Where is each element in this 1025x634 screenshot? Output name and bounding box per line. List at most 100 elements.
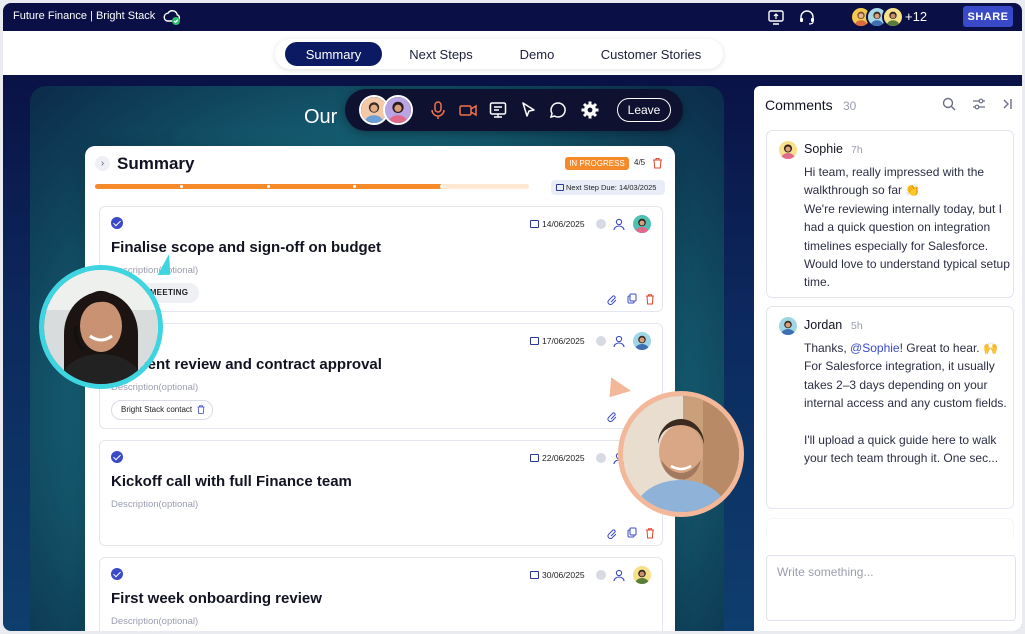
task-card[interactable]: First week onboarding review Description… [99,557,663,631]
window-title: Future Finance | Bright Stack [13,10,156,22]
status-badge: IN PROGRESS [565,157,629,170]
next-step-due-badge: Next Step Due: 14/03/2025 [551,180,665,195]
present-screen-icon[interactable] [488,100,508,120]
filter-sliders-icon[interactable] [971,96,987,112]
check-circle-icon[interactable] [111,568,123,580]
tab-demo[interactable]: Demo [501,42,573,66]
microphone-icon[interactable] [428,100,448,120]
collaborator-cursor-icon [157,254,171,276]
camera-icon[interactable] [458,100,478,120]
progress-bar [95,184,529,189]
assignee-avatar[interactable] [633,215,651,233]
tab-bar: Summary Next Steps Demo Customer Stories [3,31,1022,75]
screen-share-icon[interactable] [767,8,785,26]
task-tag[interactable]: Bright Stack contact [111,400,214,420]
next-step-due-text: Next Step Due: 14/03/2025 [566,183,657,192]
clear-date-icon[interactable] [596,570,606,580]
comment-card[interactable]: Sophie 7h Hi team, really impressed with… [766,130,1014,298]
summary-panel: › Summary IN PROGRESS 4/5 Next Step Due:… [85,146,675,631]
tab-summary[interactable]: Summary [285,42,382,66]
call-avatar[interactable] [383,95,413,125]
check-circle-icon[interactable] [111,217,123,229]
comment-body: Thanks, @Sophie! Great to hear. 🙌 For Sa… [804,339,1010,468]
progress-step-dot [180,185,183,188]
progress-step-dot [267,185,270,188]
comment-body: Hi team, really impressed with the walkt… [804,165,1010,290]
stage-heading: Our [304,106,338,128]
trash-icon [646,294,654,305]
progress-step-dot [440,185,443,188]
task-title[interactable]: Kickoff call with full Finance team [111,473,352,490]
task-card[interactable]: Finalise scope and sign-off on budget De… [99,206,663,312]
avatar [779,141,797,159]
participant-video[interactable] [618,391,744,517]
clear-date-icon[interactable] [596,453,606,463]
composer-placeholder[interactable]: Write something... [777,565,873,579]
assignee-avatar[interactable] [633,566,651,584]
more-participants-count[interactable]: +12 [905,9,927,24]
trash-icon[interactable] [652,157,663,169]
clear-date-icon[interactable] [596,336,606,346]
comments-title: Comments [765,97,833,113]
task-title[interactable]: Finalise scope and sign-off on budget [111,239,381,256]
trash-icon [646,528,654,539]
task-date-text: 14/06/2025 [542,219,585,229]
comment-text: ! Great to hear. 🙌 For Salesforce integr… [804,341,1007,466]
comment-card[interactable]: Jordan 5h Thanks, @Sophie! Great to hear… [766,306,1014,509]
clear-date-icon[interactable] [596,219,606,229]
progress-step-dot [353,185,356,188]
settings-gear-icon[interactable] [580,100,600,120]
comments-panel: Comments 30 Sophie 7h Hi team, really im… [754,86,1022,631]
trash-icon[interactable] [197,405,205,414]
assignee-avatar[interactable] [633,332,651,350]
pointer-icon[interactable] [518,100,538,120]
tab-next-steps[interactable]: Next Steps [394,42,488,66]
calendar-icon [530,571,539,579]
task-actions [607,293,654,305]
cloud-sync-icon[interactable] [162,7,182,27]
task-due-date[interactable]: 22/06/2025 [530,453,606,463]
task-card[interactable]: Kickoff call with full Finance team Desc… [99,440,663,546]
comment-composer[interactable]: Write something... [766,555,1016,621]
comment-text: Thanks, [804,341,851,355]
assign-user-icon[interactable] [612,334,626,348]
check-circle-icon[interactable] [111,451,123,463]
comment-author: Sophie [804,142,843,156]
task-card[interactable]: urement review and contract approval Des… [99,323,663,429]
user-mention[interactable]: @Sophie [850,341,900,355]
task-date-text: 17/06/2025 [542,336,585,346]
avatar [882,6,904,28]
collapse-chevron-icon[interactable]: › [95,156,110,171]
app-frame: Future Finance | Bright Stack +12 SHARE … [3,3,1022,631]
task-date-text: 22/06/2025 [542,453,585,463]
collapse-panel-icon[interactable] [999,96,1015,112]
assign-user-icon[interactable] [612,217,626,231]
calendar-icon [556,184,564,191]
task-due-date[interactable]: 30/06/2025 [530,570,606,580]
leave-button[interactable]: Leave [617,98,671,122]
chat-icon[interactable] [548,100,568,120]
participant-video[interactable] [39,265,163,389]
tab-customer-stories[interactable]: Customer Stories [585,42,717,66]
comment-card-partial[interactable] [766,518,1014,538]
task-title[interactable]: First week onboarding review [111,590,322,607]
avatar [779,317,797,335]
share-button[interactable]: SHARE [963,6,1013,27]
attach-icon [607,295,617,305]
summary-title: Summary [117,154,195,173]
task-due-date[interactable]: 17/06/2025 [530,336,606,346]
task-actions [607,527,654,539]
top-bar: Future Finance | Bright Stack +12 SHARE [3,3,1022,31]
task-date-text: 30/06/2025 [542,570,585,580]
calendar-icon [530,337,539,345]
assign-user-icon[interactable] [612,568,626,582]
task-description[interactable]: Description(optional) [111,499,198,510]
comments-count: 30 [843,99,857,113]
task-due-date[interactable]: 14/06/2025 [530,219,606,229]
call-toolbar: Leave [345,89,683,131]
search-icon[interactable] [941,96,957,112]
headset-icon[interactable] [798,8,816,26]
comment-time: 5h [851,320,863,332]
attach-icon [607,529,617,539]
task-description[interactable]: Description(optional) [111,616,198,627]
